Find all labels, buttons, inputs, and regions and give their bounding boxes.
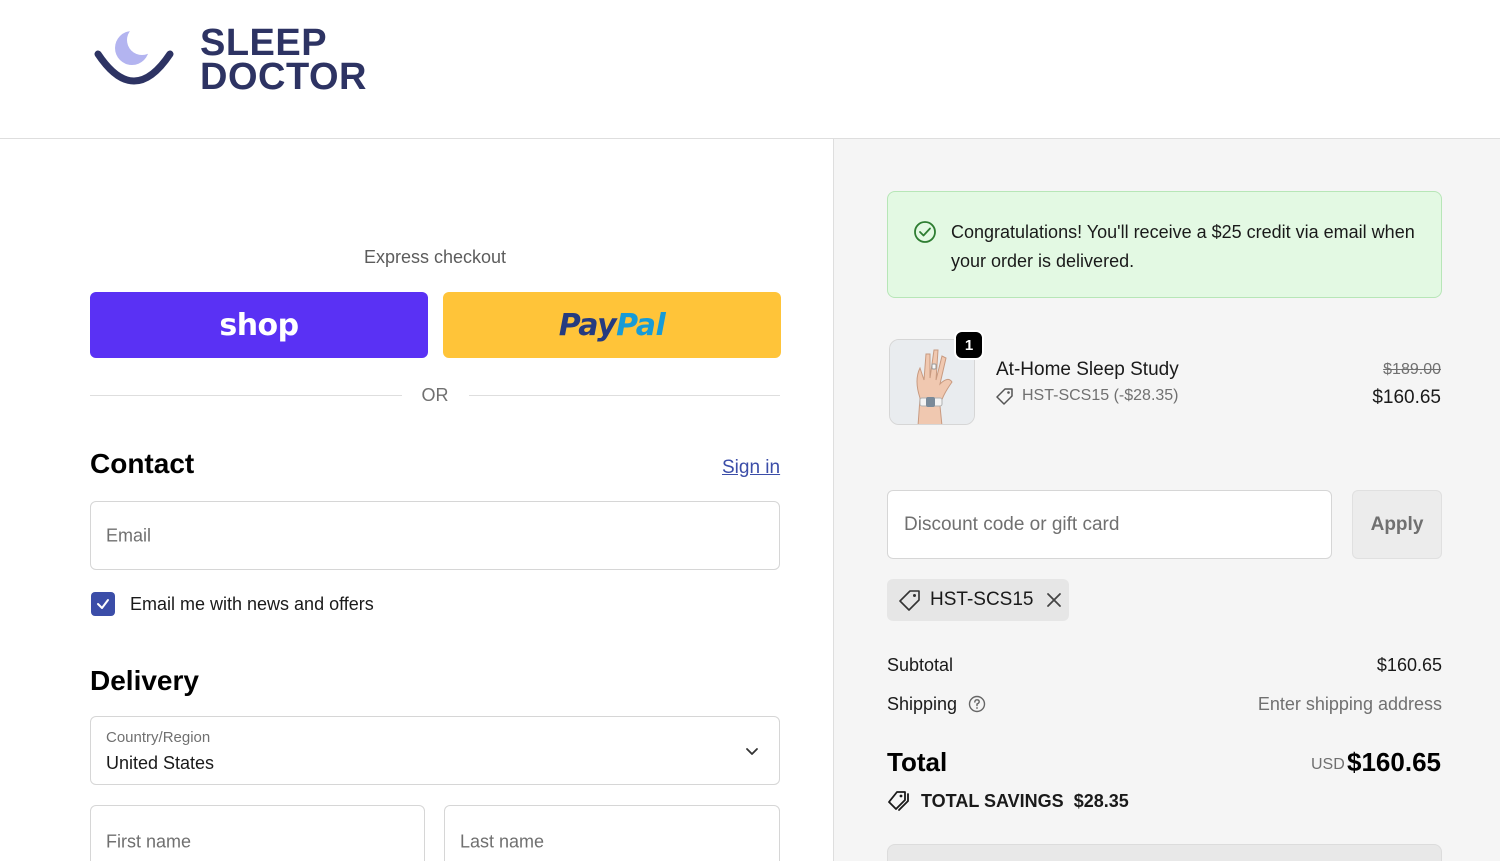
shipping-value: Enter shipping address [1257,694,1442,714]
email-placeholder: Email [106,525,152,545]
total-savings: TOTAL SAVINGS $28.35 [887,790,1129,812]
logo-wordmark: SLEEP DOCTOR [200,22,367,98]
tag-icon [899,590,920,611]
apply-button[interactable]: Apply [1352,490,1442,559]
paypal-button[interactable]: Pay Pal [443,292,781,358]
checkout-form: Express checkout shop Pay Pal OR Contact … [0,139,833,861]
tag-icon [996,388,1013,405]
tags-icon [888,791,909,811]
email-field[interactable]: Email [90,501,780,570]
paypal-label-pay: Pay [558,307,617,343]
express-checkout-label: Express checkout [363,247,507,267]
first-name-field[interactable]: First name [90,805,425,861]
shop-pay-button[interactable]: shop [90,292,428,358]
logo-line-1: SLEEP [200,22,328,64]
product-discount-line: HST-SCS15 (-$28.35) [996,387,1179,405]
newsletter-checkbox[interactable] [91,592,115,616]
banner-message: Congratulations! You'll receive a $25 cr… [951,222,1415,271]
logo-line-2: DOCTOR [200,56,367,98]
discount-placeholder: Discount code or gift card [904,513,1120,535]
chevron-down-icon [746,747,758,755]
moon-logo-icon [94,28,174,85]
savings-label: TOTAL SAVINGS [921,790,1064,811]
subtotal-label: Subtotal [887,655,954,675]
savings-value: $28.35 [1073,790,1129,811]
divider-line [468,394,780,396]
divider-line [90,394,402,396]
last-name-field[interactable]: Last name [444,805,780,861]
country-label: Country/Region [106,729,211,746]
sleep-doctor-logo[interactable]: SLEEP DOCTOR [94,22,367,98]
product-name: At-Home Sleep Study [996,359,1179,380]
total-value: $160.65 [1347,747,1441,777]
newsletter-option[interactable]: Email me with news and offers [91,592,374,616]
check-circle-icon [914,221,936,243]
or-divider: OR [90,385,780,405]
subtotal-row: Subtotal $160.65 [887,655,1442,676]
last-name-placeholder: Last name [460,831,545,852]
shipping-label: Shipping [887,694,958,714]
order-summary: Congratulations! You'll receive a $25 cr… [833,139,1500,861]
applied-code-label: HST-SCS15 [930,589,1034,610]
quantity-badge: 1 [954,330,984,360]
discounted-price: $160.65 [1372,387,1441,408]
credit-banner: Congratulations! You'll receive a $25 cr… [887,191,1442,298]
close-icon[interactable] [1045,591,1063,609]
product-discount-text: HST-SCS15 (-$28.35) [1022,387,1179,404]
checkmark-icon [97,599,109,609]
shipping-row: Shipping Enter shipping address [887,694,1442,715]
country-value: United States [106,753,215,773]
first-name-placeholder: First name [106,831,192,852]
shop-pay-label: shop [219,307,299,343]
original-price: $189.00 [1383,361,1441,378]
newsletter-label: Email me with news and offers [130,593,374,614]
site-header: SLEEP DOCTOR [0,0,1500,139]
subtotal-value: $160.65 [1376,655,1442,675]
sign-in-link[interactable]: Sign in [722,457,780,479]
help-icon[interactable] [968,695,986,713]
paypal-label-pal: Pal [616,307,666,343]
applied-discount-chip: HST-SCS15 [887,579,1069,621]
currency-code: USD [1311,756,1345,773]
or-label: OR [421,384,449,405]
delivery-title: Delivery [90,665,199,696]
discount-code-input[interactable]: Discount code or gift card [887,490,1332,559]
next-section-edge [887,844,1442,861]
total-label: Total [887,747,948,777]
country-select[interactable]: Country/Region United States [90,716,780,785]
contact-title: Contact [90,448,195,479]
